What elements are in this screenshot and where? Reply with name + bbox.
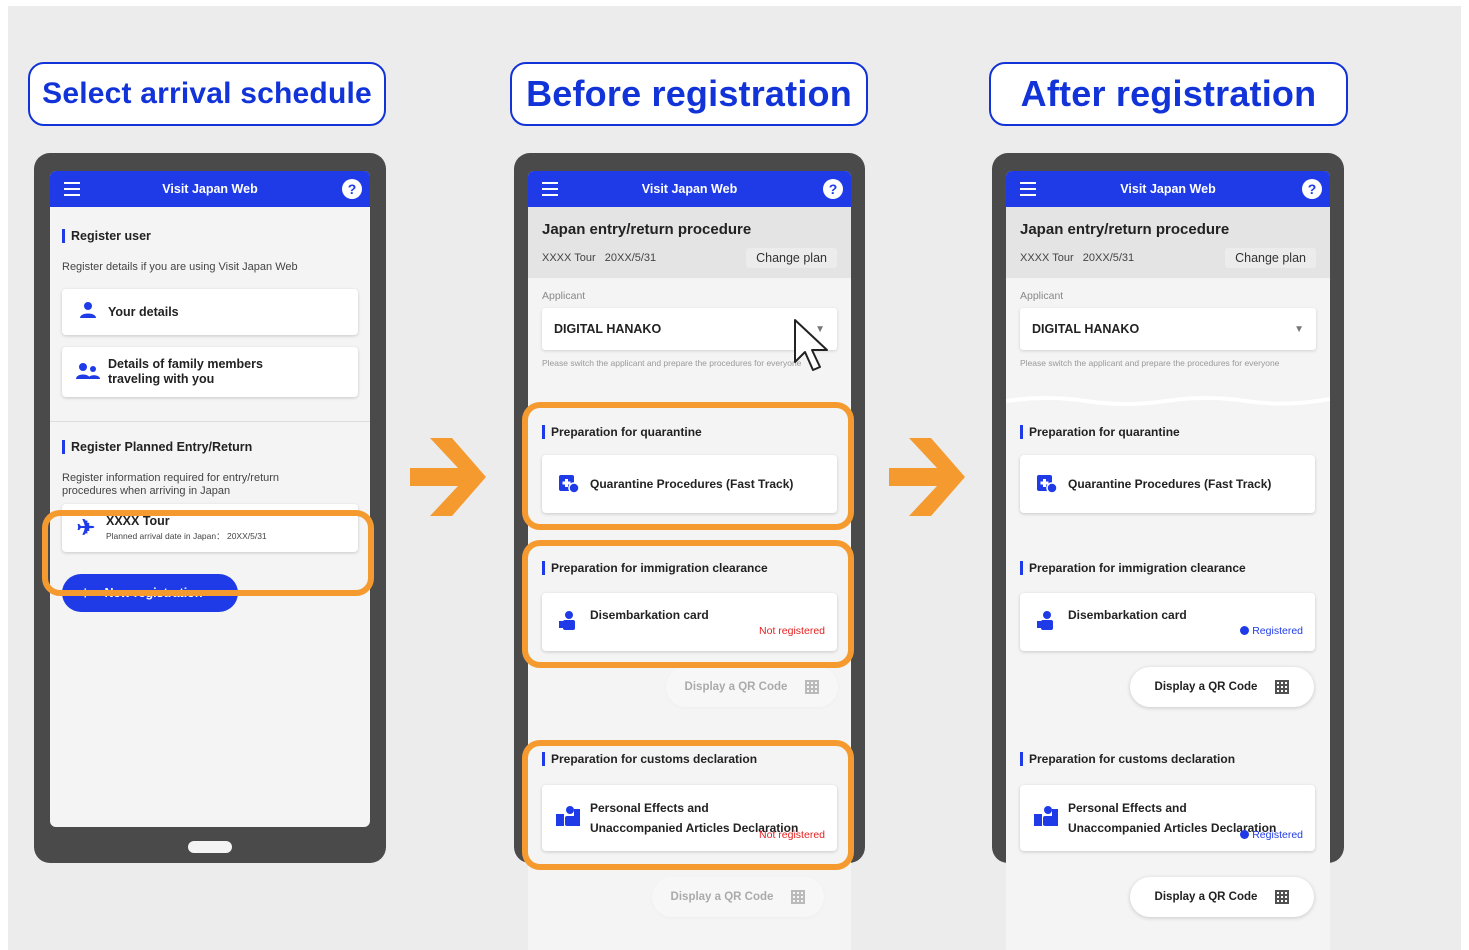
family-icon [72, 362, 104, 382]
app-title: Visit Japan Web [641, 182, 738, 196]
app-bar: Visit Japan Web ? [1006, 171, 1330, 207]
display-qr-button[interactable]: Display a QR Code [652, 877, 824, 917]
arrow-right-icon [889, 438, 965, 516]
customs-declaration-button[interactable]: Personal Effects and Unaccompanied Artic… [1020, 785, 1315, 851]
display-qr-button[interactable]: Display a QR Code [1130, 877, 1314, 917]
customs-line1: Personal Effects and [1068, 801, 1187, 815]
applicant-label: Applicant [542, 290, 586, 302]
status-registered-text: Registered [1252, 625, 1303, 637]
applicant-name: DIGITAL HANAKO [1032, 322, 1140, 336]
torn-edge [1006, 396, 1330, 413]
plan-date: 20XX/5/31 [604, 252, 657, 264]
phone-screen: Visit Japan Web ? Japan entry/return pro… [1006, 171, 1330, 863]
qr-button-label: Display a QR Code [670, 891, 774, 903]
procedure-title: Japan entry/return procedure [1020, 221, 1230, 238]
hamburger-menu-icon[interactable] [542, 182, 558, 196]
qr-code-icon [805, 680, 820, 694]
qr-button-label: Display a QR Code [1154, 681, 1258, 693]
app-bar: Visit Japan Web ? [528, 171, 851, 207]
customs-label: Preparation for customs declaration [1020, 752, 1235, 766]
qr-code-icon [1275, 890, 1290, 904]
display-qr-button[interactable]: Display a QR Code [666, 667, 838, 707]
luggage-icon [1030, 805, 1062, 831]
procedure-title: Japan entry/return procedure [542, 221, 752, 238]
applicant-select[interactable]: DIGITAL HANAKO ▼ [1020, 308, 1316, 350]
mouse-pointer-icon [794, 319, 828, 371]
qr-code-icon [791, 890, 806, 904]
applicant-label: Applicant [1020, 290, 1064, 302]
medical-kit-icon [1030, 471, 1062, 498]
hamburger-menu-icon[interactable] [1020, 182, 1036, 196]
app-title: Visit Japan Web [162, 182, 258, 196]
hamburger-menu-icon[interactable] [64, 182, 80, 196]
highlight-tour-card [42, 510, 374, 596]
app-title: Visit Japan Web [1120, 182, 1216, 196]
quarantine-procedures-button[interactable]: Quarantine Procedures (Fast Track) [1020, 455, 1315, 513]
family-label-line2: traveling with you [108, 372, 215, 386]
plan-header: Japan entry/return procedure XXXX Tour 2… [528, 207, 851, 278]
disembarkation-label: Disembarkation card [1068, 608, 1187, 622]
home-button[interactable] [188, 841, 232, 853]
register-user-desc: Register details if you are using Visit … [62, 261, 298, 273]
help-circle-icon[interactable]: ? [1302, 179, 1322, 199]
plan-tour: XXXX Tour [542, 252, 596, 264]
highlight-immigration [522, 540, 854, 668]
family-label-line1: Details of family members [108, 357, 263, 371]
planned-entry-desc: Register information required for entry/… [62, 472, 358, 498]
app-bar: Visit Japan Web ? [50, 171, 370, 207]
step-title-select-arrival: Select arrival schedule [28, 62, 386, 126]
planned-entry-label: Register Planned Entry/Return [62, 440, 358, 454]
officer-icon [1030, 609, 1062, 636]
plan-date: 20XX/5/31 [1082, 252, 1135, 264]
disembarkation-card-button[interactable]: Disembarkation card Registered [1020, 593, 1315, 651]
quarantine-label: Preparation for quarantine [1020, 425, 1180, 439]
planned-desc-line2: procedures when arriving in Japan [62, 485, 231, 497]
quarantine-item-label: Quarantine Procedures (Fast Track) [1068, 477, 1272, 491]
applicant-name: DIGITAL HANAKO [554, 322, 662, 336]
phone-select-arrival: Visit Japan Web ? Register user Register… [34, 153, 386, 863]
phone-screen: Visit Japan Web ? Register user Register… [50, 171, 370, 827]
highlight-customs [522, 740, 854, 870]
planned-desc-line1: Register information required for entry/… [62, 472, 280, 484]
status-registered: Registered [1240, 825, 1303, 845]
immigration-label: Preparation for immigration clearance [1020, 561, 1246, 575]
display-qr-button[interactable]: Display a QR Code [1130, 667, 1314, 707]
phone-after-registration: Visit Japan Web ? Japan entry/return pro… [992, 153, 1344, 863]
check-circle-icon [1240, 626, 1250, 635]
plan-header: Japan entry/return procedure XXXX Tour 2… [1006, 207, 1330, 278]
plan-info: XXXX Tour 20XX/5/31 [542, 252, 656, 264]
help-circle-icon[interactable]: ? [823, 179, 843, 199]
highlight-quarantine [522, 402, 854, 530]
your-details-button[interactable]: Your details [62, 289, 358, 335]
qr-code-icon [1275, 680, 1290, 694]
status-registered: Registered [1240, 625, 1303, 637]
change-plan-button[interactable]: Change plan [746, 248, 837, 268]
status-registered-text: Registered [1252, 829, 1303, 841]
qr-button-label: Display a QR Code [684, 681, 788, 693]
family-details-button[interactable]: Details of family members traveling with… [62, 347, 358, 397]
person-icon [72, 301, 104, 324]
plan-info: XXXX Tour 20XX/5/31 [1020, 252, 1134, 264]
step-title-before-registration: Before registration [510, 62, 868, 126]
qr-button-label: Display a QR Code [1154, 891, 1258, 903]
step-title-after-registration: After registration [989, 62, 1348, 126]
change-plan-button[interactable]: Change plan [1225, 248, 1316, 268]
help-circle-icon[interactable]: ? [342, 179, 362, 199]
plan-tour: XXXX Tour [1020, 252, 1074, 264]
your-details-label: Your details [108, 305, 179, 319]
chevron-down-icon: ▼ [1294, 323, 1304, 335]
check-circle-icon [1240, 830, 1250, 839]
applicant-note: Please switch the applicant and prepare … [1020, 358, 1280, 368]
register-user-label: Register user [62, 229, 358, 243]
arrow-right-icon [410, 438, 486, 516]
